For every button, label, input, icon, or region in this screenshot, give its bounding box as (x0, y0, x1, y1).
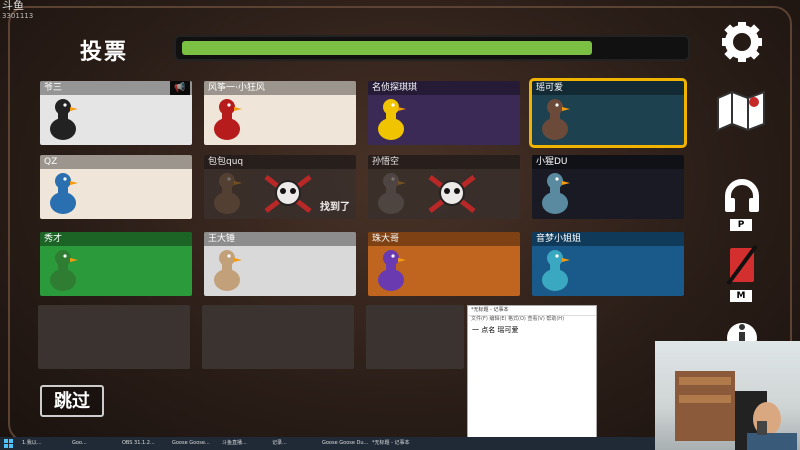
skip-vote-button[interactable]: 跳过 (40, 385, 104, 417)
notepad-menu[interactable]: 文件(F) 编辑(E) 格式(O) 查看(V) 帮助(H) (468, 316, 596, 323)
player-vote-card[interactable]: 孙悟空 (368, 155, 520, 219)
goose-avatar (214, 173, 242, 214)
muted-microphone-icon[interactable] (722, 244, 762, 290)
player-name: QZ (40, 155, 192, 169)
body-found-label: 找到了 (320, 202, 350, 213)
player-name: 珠大哥 (368, 232, 520, 246)
taskbar-item[interactable]: Goose Goose Du... (322, 439, 368, 448)
goose-avatar (214, 99, 242, 140)
goose-avatar (542, 250, 570, 291)
goose-avatar (378, 99, 406, 140)
player-name: 爷三 (40, 81, 192, 95)
vote-timer-fill (182, 41, 592, 55)
player-name: 孙悟空 (368, 155, 520, 169)
player-vote-card[interactable]: 爷三 📢 (40, 81, 192, 145)
taskbar-item[interactable]: 斗鱼直播... (222, 439, 247, 448)
player-vote-card[interactable]: 音梦小姐姐 (532, 232, 684, 296)
notepad-window[interactable]: *无标题 - 记事本 文件(F) 编辑(E) 格式(O) 查看(V) 帮助(H)… (467, 305, 597, 440)
notepad-text[interactable]: 一 点名 瑶可爱 (468, 323, 596, 337)
notepad-title: *无标题 - 记事本 (468, 306, 596, 316)
taskbar-item[interactable]: 记录... (272, 439, 287, 448)
player-vote-card[interactable]: 秀才 (40, 232, 192, 296)
taskbar-item[interactable]: Goo... (72, 439, 87, 448)
dead-skull-icon (264, 175, 312, 213)
taskbar-item[interactable]: Goose Goose... (172, 439, 210, 448)
player-name: 瑶可爱 (532, 81, 684, 95)
mute-key: M (730, 290, 752, 302)
player-name: 音梦小姐姐 (532, 232, 684, 246)
player-vote-card[interactable]: QZ (40, 155, 192, 219)
goose-avatar (50, 99, 78, 140)
taskbar-item[interactable]: 1.我以... (22, 439, 42, 448)
player-vote-card[interactable]: 小猩DU (532, 155, 684, 219)
goose-avatar (542, 99, 570, 140)
player-name: 名侦探琪琪 (368, 81, 520, 95)
push-to-talk-key: P (730, 219, 752, 231)
windows-taskbar: 1.我以... Goo... OBS 31.1.2... Goose Goose...… (0, 437, 655, 450)
player-name: 风筝一·小狂风 (204, 81, 356, 95)
goose-avatar (50, 250, 78, 291)
map-icon[interactable] (714, 88, 770, 136)
goose-avatar (378, 250, 406, 291)
player-vote-card[interactable]: 包包quq 找到了 (204, 155, 356, 219)
vote-timer-bar (174, 35, 690, 61)
empty-slot (202, 305, 354, 369)
dead-skull-icon (428, 175, 476, 213)
watermark-room-id: 3301113 (2, 12, 34, 20)
stream-watermark: 斗鱼 3301113 (2, 0, 33, 22)
headphones-icon[interactable] (722, 178, 762, 218)
player-vote-card[interactable]: 瑶可爱 (529, 78, 687, 148)
player-name: 秀才 (40, 232, 192, 246)
player-name: 包包quq (204, 155, 356, 169)
streamer-webcam (655, 341, 800, 450)
empty-slot (366, 305, 464, 369)
goose-avatar (214, 250, 242, 291)
taskbar-item[interactable]: OBS 31.1.2... (122, 439, 155, 448)
goose-avatar (542, 173, 570, 214)
taskbar-item[interactable]: *无标题 - 记事本 (372, 439, 409, 448)
page-title: 投票 (80, 40, 129, 65)
goose-avatar (378, 173, 406, 214)
player-vote-card[interactable]: 风筝一·小狂风 (204, 81, 356, 145)
goose-avatar (50, 173, 78, 214)
player-name: 王大锤 (204, 232, 356, 246)
player-vote-card[interactable]: 名侦探琪琪 (368, 81, 520, 145)
player-vote-card[interactable]: 王大锤 (204, 232, 356, 296)
settings-gear-icon[interactable] (720, 20, 764, 68)
empty-slot (38, 305, 190, 369)
player-vote-card[interactable]: 珠大哥 (368, 232, 520, 296)
player-name: 小猩DU (532, 155, 684, 169)
windows-start-icon[interactable] (4, 439, 13, 448)
